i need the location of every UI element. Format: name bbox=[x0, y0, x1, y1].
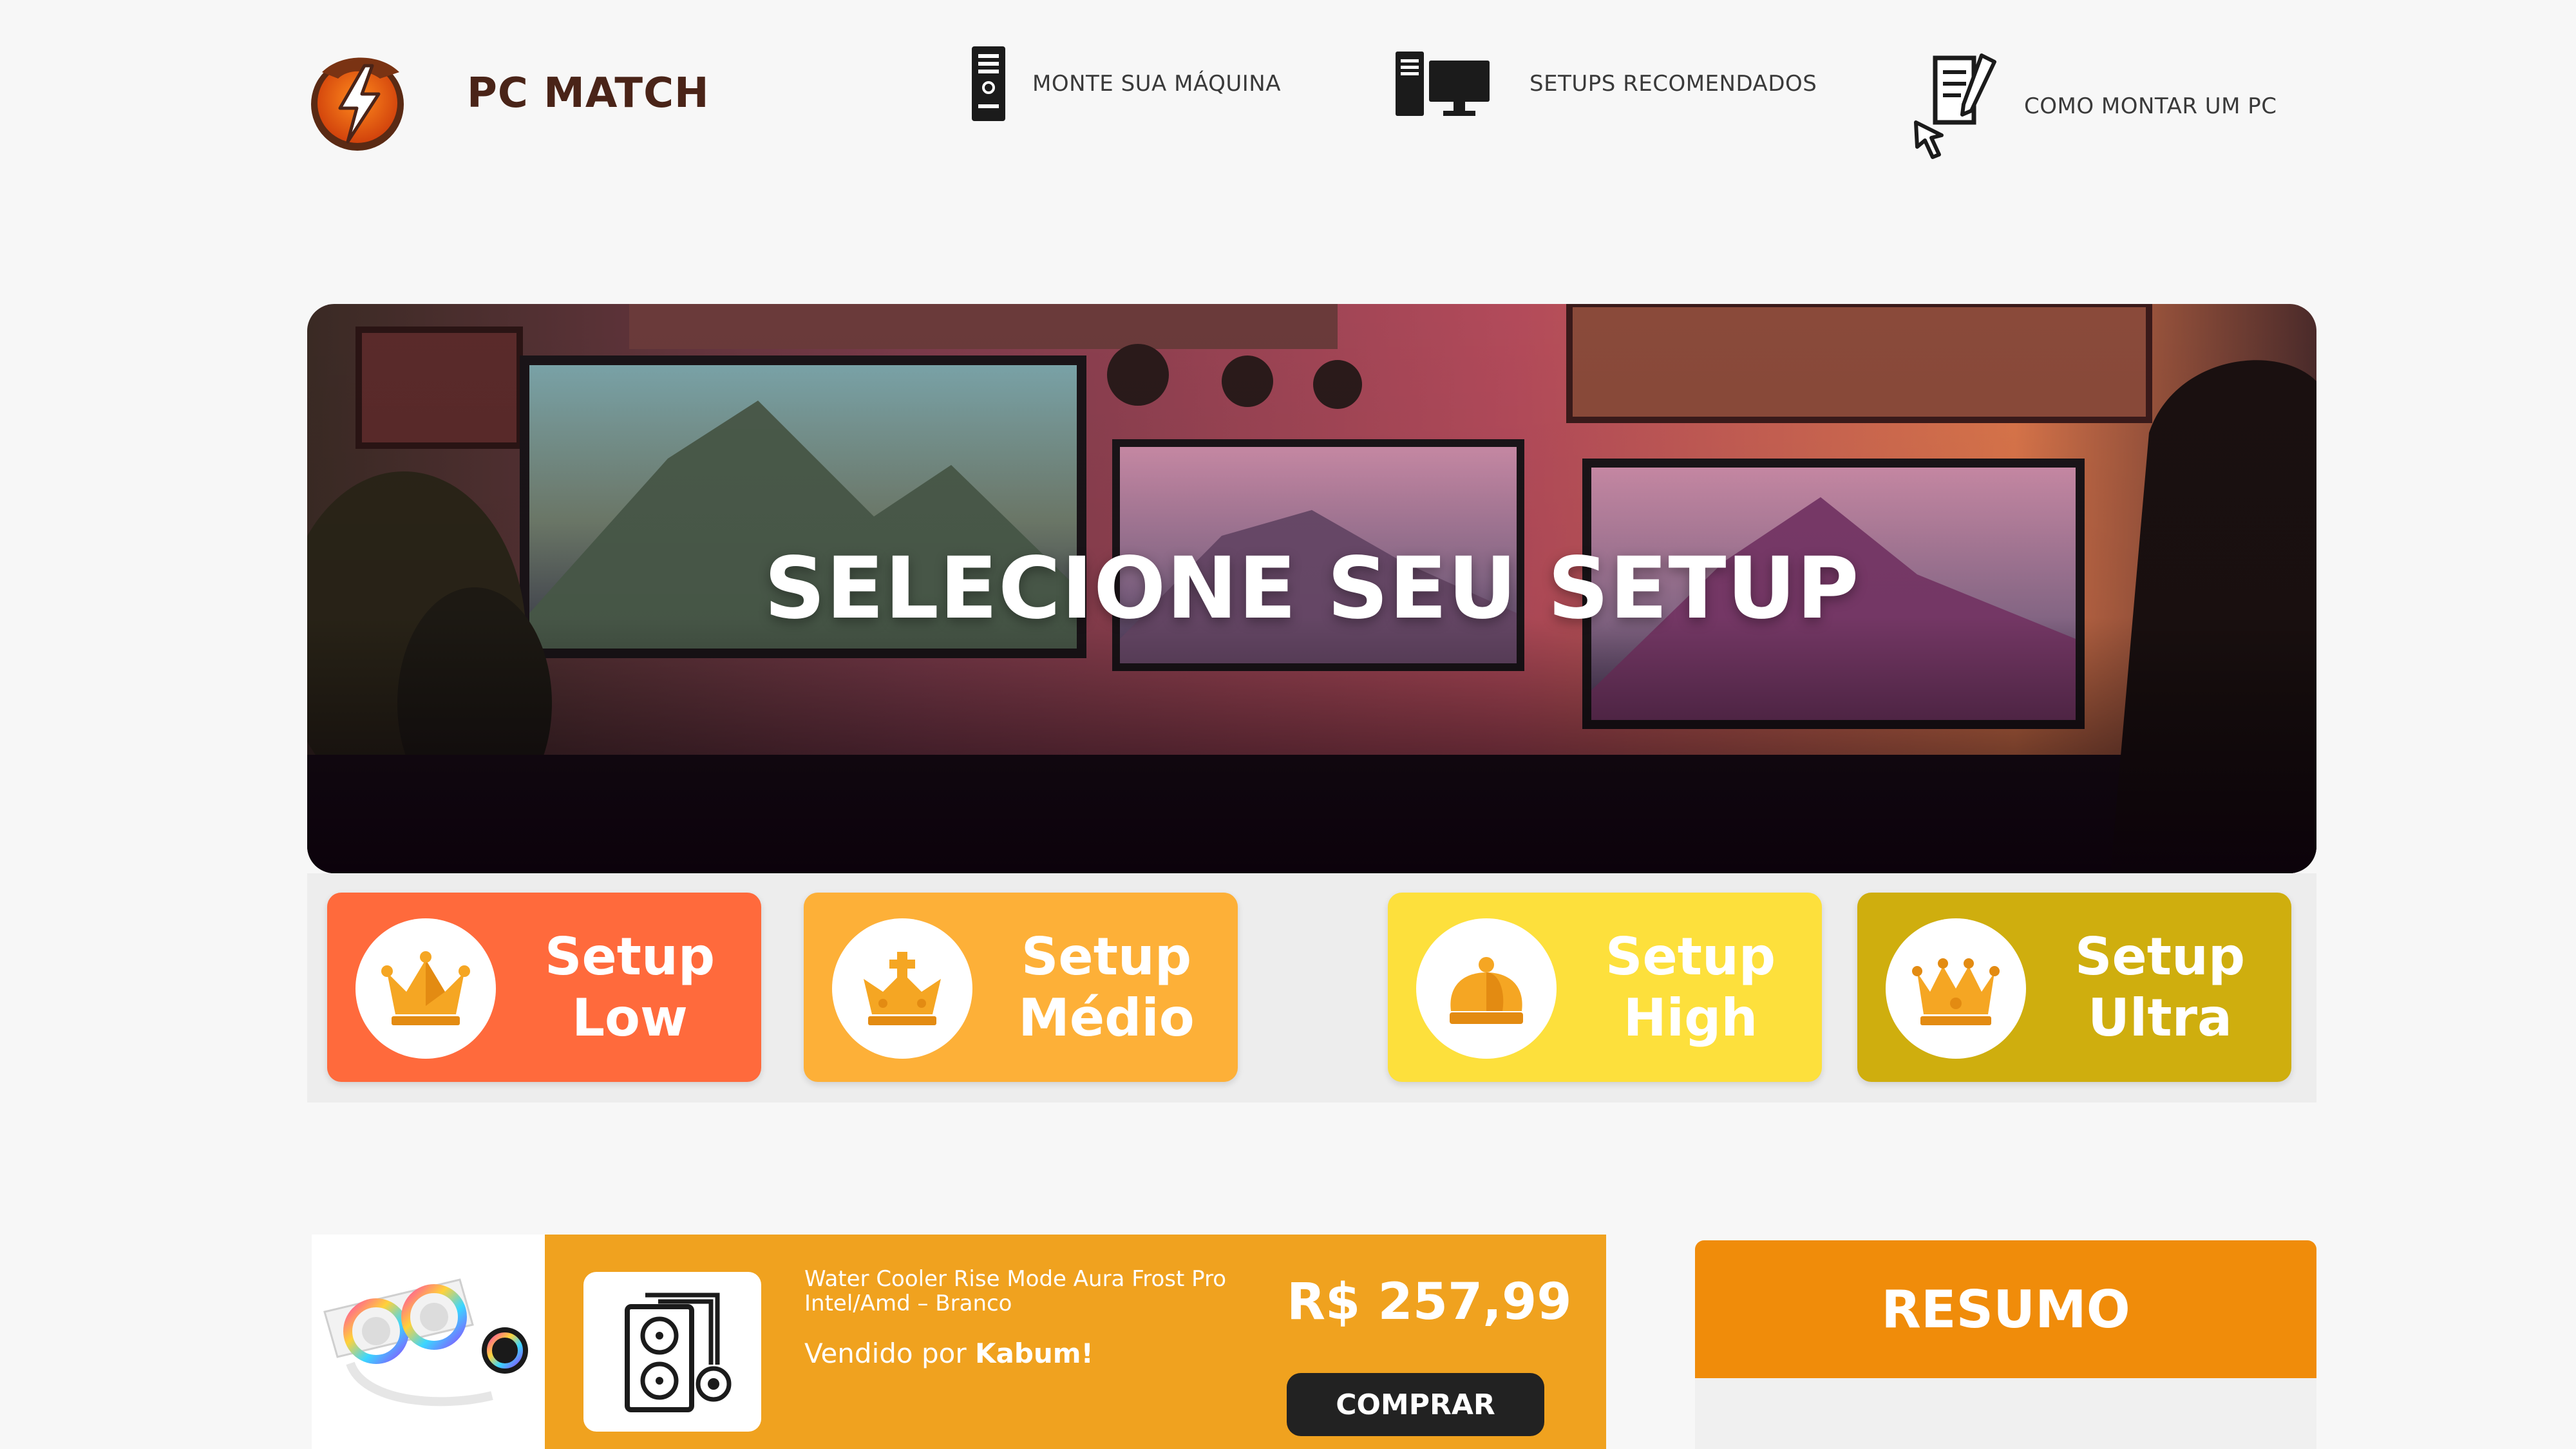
product-image[interactable] bbox=[312, 1235, 545, 1449]
setup-ultra-card[interactable]: Setup Ultra bbox=[1857, 893, 2291, 1082]
seller-name: Kabum! bbox=[974, 1338, 1094, 1369]
nav-label: SETUPS RECOMENDADOS bbox=[1530, 71, 1817, 97]
summary-title: RESUMO bbox=[1695, 1240, 2316, 1378]
setup-medio-label: Setup Médio bbox=[997, 893, 1216, 1082]
nav-label: COMO MONTAR UM PC bbox=[2024, 93, 2277, 119]
setup-label-line1: Setup bbox=[1021, 927, 1192, 987]
setup-label-line2: High bbox=[1623, 988, 1758, 1048]
setup-label-line1: Setup bbox=[544, 927, 715, 987]
product-name[interactable]: Water Cooler Rise Mode Aura Frost Pro In… bbox=[804, 1267, 1229, 1316]
seller-prefix: Vendido por bbox=[804, 1338, 967, 1369]
water-cooler-icon bbox=[625, 1293, 732, 1412]
site-header: PC MATCH MONTE SUA MÁQUINA SETUPS RECOME… bbox=[0, 0, 2576, 206]
nav-label: MONTE SUA MÁQUINA bbox=[1032, 71, 1281, 97]
setup-medio-card[interactable]: Setup Médio bbox=[804, 893, 1238, 1082]
setup-label-line2: Low bbox=[572, 988, 688, 1048]
product-price: R$ 257,99 bbox=[1287, 1273, 1572, 1331]
product-seller: Vendido por Kabum! bbox=[804, 1338, 1094, 1369]
nav-setups-recomendados[interactable]: SETUPS RECOMENDADOS bbox=[1394, 45, 1817, 122]
document-pen-icon bbox=[1914, 53, 1996, 159]
buy-button[interactable]: COMPRAR bbox=[1287, 1373, 1544, 1436]
pc-tower-icon bbox=[972, 46, 1005, 121]
nav-como-montar-um-pc[interactable]: COMO MONTAR UM PC bbox=[1909, 52, 2277, 161]
crown-icon bbox=[381, 951, 470, 1025]
water-cooler-product-image bbox=[323, 1278, 528, 1406]
crown-badge bbox=[1416, 918, 1557, 1059]
summary-panel: RESUMO bbox=[1695, 1240, 2316, 1449]
setup-low-label: Setup Low bbox=[520, 893, 739, 1082]
crown-jeweled-icon bbox=[1912, 958, 2000, 1025]
setup-label-line1: Setup bbox=[1605, 927, 1776, 987]
nav-monte-sua-maquina[interactable]: MONTE SUA MÁQUINA bbox=[969, 45, 1281, 122]
hero-banner: SELECIONE SEU SETUP bbox=[307, 304, 2316, 873]
setup-label-line2: Ultra bbox=[2087, 988, 2233, 1048]
lightning-logo-icon bbox=[311, 57, 404, 151]
brand-name[interactable]: PC MATCH bbox=[467, 70, 710, 117]
setup-low-card[interactable]: Setup Low bbox=[327, 893, 761, 1082]
crown-badge bbox=[355, 918, 496, 1059]
hero-title: SELECIONE SEU SETUP bbox=[764, 539, 1860, 638]
setup-high-card[interactable]: Setup High bbox=[1388, 893, 1822, 1082]
setup-ultra-label: Setup Ultra bbox=[2050, 893, 2269, 1082]
setup-label-line2: Médio bbox=[1018, 988, 1195, 1048]
setup-high-label: Setup High bbox=[1581, 893, 1800, 1082]
crown-royal-icon bbox=[1450, 957, 1523, 1024]
category-icon-box bbox=[583, 1272, 761, 1432]
product-row: Water Cooler Rise Mode Aura Frost Pro In… bbox=[312, 1235, 1606, 1449]
pc-match-logo[interactable] bbox=[303, 46, 412, 156]
crown-badge bbox=[832, 918, 972, 1059]
crown-cross-icon bbox=[864, 952, 941, 1025]
desktop-setup-icon bbox=[1396, 52, 1490, 116]
crown-badge bbox=[1886, 918, 2026, 1059]
setup-label-line1: Setup bbox=[2074, 927, 2246, 987]
